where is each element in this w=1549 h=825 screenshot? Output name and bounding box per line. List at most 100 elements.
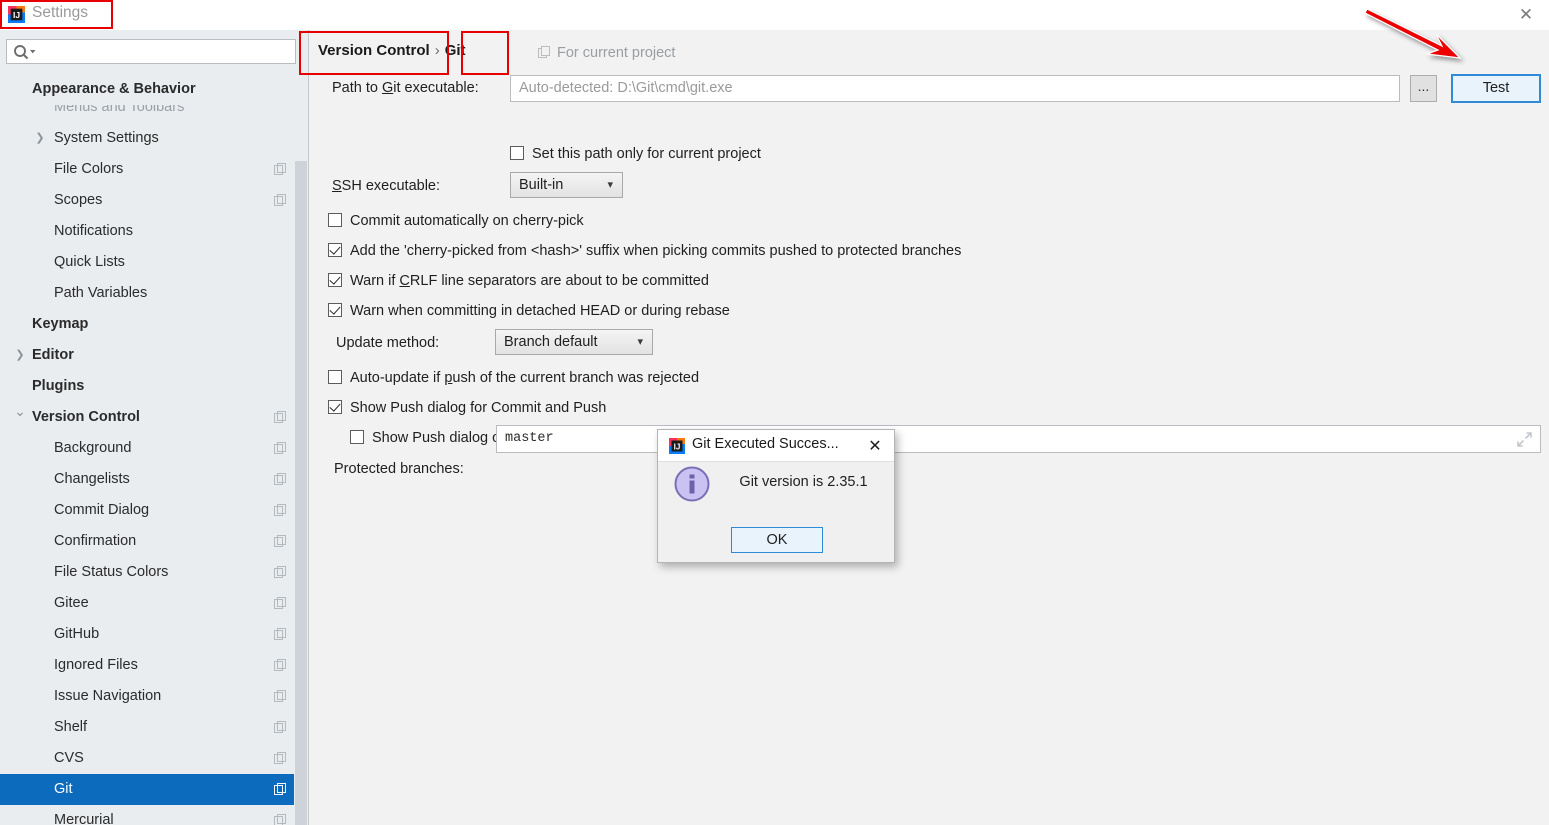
sidebar-item-shelf[interactable]: Shelf [0, 712, 308, 743]
sidebar-item-label: Background [54, 440, 132, 456]
warn-crlf-row[interactable]: Warn if CRLF line separators are about t… [328, 271, 709, 289]
search-input[interactable] [6, 39, 296, 64]
sidebar-item-ignored-files[interactable]: Ignored Files [0, 650, 308, 681]
sidebar-item-keymap[interactable]: Keymap [0, 309, 308, 340]
sidebar-item-label: Shelf [54, 719, 88, 735]
sidebar-item-cvs[interactable]: CVS [0, 743, 308, 774]
window-close-button[interactable]: ✕ [1503, 0, 1549, 30]
copy-settings-icon [274, 752, 286, 764]
copy-settings-icon [274, 566, 286, 578]
sidebar-item-label: Keymap [32, 316, 89, 332]
sidebar-item-background[interactable]: Background [0, 433, 308, 464]
sidebar-item-label: Git [54, 781, 73, 797]
commit-auto-cherrypick-checkbox[interactable] [328, 213, 342, 227]
cherry-picked-suffix-checkbox[interactable] [328, 243, 342, 257]
warn-crlf-checkbox[interactable] [328, 273, 342, 287]
sidebar-item-system-settings[interactable]: ❯ System Settings [0, 123, 308, 154]
sidebar-item-git[interactable]: Git [0, 774, 308, 805]
sidebar-item-version-control[interactable]: ⌄ Version Control [0, 402, 308, 433]
chevron-right-icon[interactable]: ❯ [32, 123, 48, 154]
sidebar-item-file-colors[interactable]: File Colors [0, 154, 308, 185]
copy-settings-icon [274, 783, 286, 795]
sidebar-item-label: Issue Navigation [54, 688, 162, 704]
for-current-project-text: For current project [557, 45, 676, 61]
copy-settings-icon [274, 597, 286, 609]
sidebar-item-appearance-behavior[interactable]: Appearance & Behavior [0, 74, 308, 105]
sidebar-item-changelists[interactable]: Changelists [0, 464, 308, 495]
protected-branches-input[interactable]: master [496, 425, 1541, 453]
copy-settings-icon [538, 46, 551, 59]
copy-settings-icon [274, 535, 286, 547]
copy-settings-icon [274, 628, 286, 640]
sidebar-item-github[interactable]: GitHub [0, 619, 308, 650]
sidebar-item-gitee[interactable]: Gitee [0, 588, 308, 619]
warn-detached-head-checkbox[interactable] [328, 303, 342, 317]
update-method-value: Branch default [504, 334, 598, 350]
test-button[interactable]: Test [1451, 74, 1541, 103]
for-current-project-label: For current project [538, 44, 675, 61]
intellij-idea-icon: IJ [669, 438, 685, 454]
sidebar-item-file-status-colors[interactable]: File Status Colors [0, 557, 308, 588]
svg-text:IJ: IJ [13, 10, 20, 20]
sidebar-item-issue-navigation[interactable]: Issue Navigation [0, 681, 308, 712]
breadcrumb-current[interactable]: Git [445, 42, 466, 59]
dialog-ok-button[interactable]: OK [731, 527, 823, 553]
sidebar-item-menus-and-toolbars[interactable]: Menus and Toolbars [0, 105, 308, 123]
show-push-dialog-checkbox[interactable] [328, 400, 342, 414]
sidebar-item-label: Notifications [54, 223, 133, 239]
breadcrumb-separator-icon: › [434, 42, 440, 59]
intellij-idea-icon: IJ [8, 6, 25, 23]
sidebar-item-label: Quick Lists [54, 254, 125, 270]
commit-auto-cherrypick-row[interactable]: Commit automatically on cherry-pick [328, 211, 584, 229]
commit-auto-cherrypick-label: Commit automatically on cherry-pick [350, 213, 584, 229]
copy-settings-icon [274, 194, 286, 206]
copy-settings-icon [274, 504, 286, 516]
chevron-down-icon[interactable]: ⌄ [12, 396, 28, 427]
ssh-executable-label: SSH executable: [332, 178, 441, 194]
auto-update-push-label: Auto-update if push of the current branc… [350, 370, 700, 386]
update-method-label: Update method: [336, 335, 440, 351]
show-push-dialog-protected-checkbox[interactable] [350, 430, 364, 444]
dialog-close-button[interactable]: ✕ [864, 435, 886, 457]
sidebar-item-notifications[interactable]: Notifications [0, 216, 308, 247]
sidebar-item-label: Mercurial [54, 812, 114, 825]
expand-icon[interactable] [1517, 432, 1532, 447]
sidebar-item-label: File Status Colors [54, 564, 169, 580]
ssh-executable-select[interactable]: Built-in ▾ [510, 172, 623, 198]
sidebar-item-editor[interactable]: ❯ Editor [0, 340, 308, 371]
sidebar-scrollbar-track[interactable] [294, 74, 308, 825]
sidebar-item-label: Commit Dialog [54, 502, 150, 518]
browse-path-button[interactable]: ... [1410, 75, 1437, 102]
chevron-right-icon[interactable]: ❯ [12, 340, 28, 371]
ssh-executable-value: Built-in [519, 177, 564, 193]
show-push-dialog-label: Show Push dialog for Commit and Push [350, 400, 607, 416]
settings-tree[interactable]: Appearance & Behavior Menus and Toolbars ❯… [0, 74, 308, 825]
sidebar-item-label: CVS [54, 750, 84, 766]
sidebar-item-confirmation[interactable]: Confirmation [0, 526, 308, 557]
sidebar-item-mercurial[interactable]: Mercurial [0, 805, 308, 825]
sidebar-item-quick-lists[interactable]: Quick Lists [0, 247, 308, 278]
set-path-only-checkbox[interactable] [510, 146, 524, 160]
git-executable-path-input[interactable]: Auto-detected: D:\Git\cmd\git.exe [510, 75, 1400, 102]
cherry-picked-suffix-label: Add the 'cherry-picked from <hash>' suff… [350, 243, 962, 259]
sidebar-item-scopes[interactable]: Scopes [0, 185, 308, 216]
cherry-picked-suffix-row[interactable]: Add the 'cherry-picked from <hash>' suff… [328, 241, 961, 259]
git-executed-successfully-dialog: IJ Git Executed Succes... ✕ Git version … [657, 429, 895, 563]
warn-detached-head-row[interactable]: Warn when committing in detached HEAD or… [328, 301, 730, 319]
protected-branches-label: Protected branches: [334, 461, 464, 477]
copy-settings-icon [274, 442, 286, 454]
sidebar-scrollbar-thumb[interactable] [295, 161, 307, 825]
search-icon [14, 45, 36, 60]
sidebar-item-path-variables[interactable]: Path Variables [0, 278, 308, 309]
auto-update-push-checkbox[interactable] [328, 370, 342, 384]
set-path-only-checkbox-row[interactable]: Set this path only for current project [510, 144, 761, 162]
auto-update-push-row[interactable]: Auto-update if push of the current branc… [328, 368, 699, 386]
breadcrumb-parent[interactable]: Version Control [318, 42, 430, 59]
sidebar-item-commit-dialog[interactable]: Commit Dialog [0, 495, 308, 526]
sidebar-item-plugins[interactable]: Plugins [0, 371, 308, 402]
set-path-only-label: Set this path only for current project [532, 146, 761, 162]
sidebar-item-label: Menus and Toolbars [54, 105, 185, 115]
warn-detached-head-label: Warn when committing in detached HEAD or… [350, 303, 730, 319]
update-method-select[interactable]: Branch default ▾ [495, 329, 653, 355]
show-push-dialog-row[interactable]: Show Push dialog for Commit and Push [328, 398, 606, 416]
